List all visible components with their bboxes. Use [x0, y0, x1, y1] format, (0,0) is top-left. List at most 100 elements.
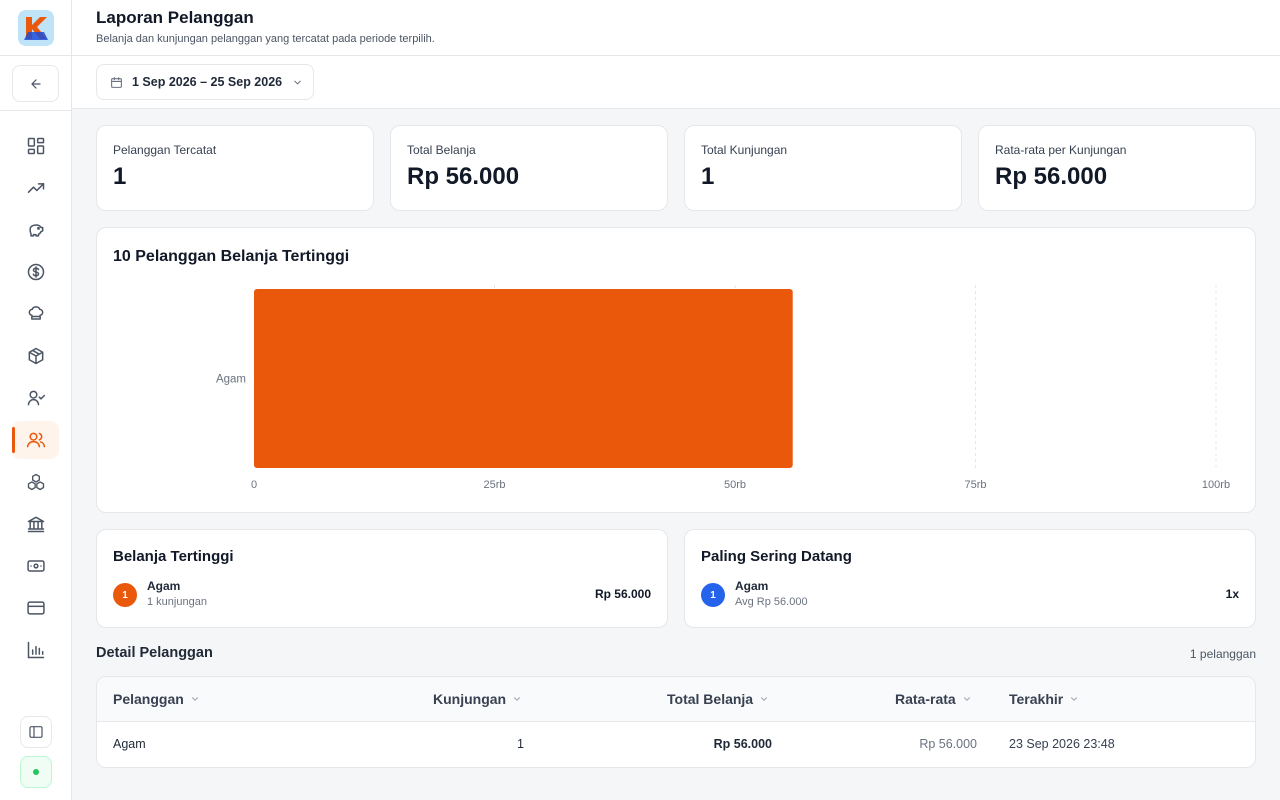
stat-card-visits: Total Kunjungan 1 — [684, 125, 962, 211]
boxes-icon — [27, 473, 44, 491]
nav-products[interactable] — [12, 337, 59, 375]
cell-visits: 1 — [517, 737, 524, 751]
stat-card-total-spend: Total Belanja Rp 56.000 — [390, 125, 668, 211]
stat-value: 1 — [701, 163, 715, 190]
sort-chevron-icon — [963, 697, 970, 701]
stat-value: Rp 56.000 — [407, 163, 520, 190]
page-subtitle: Belanja dan kunjungan pelanggan yang ter… — [96, 33, 435, 45]
stat-label: Total Kunjungan — [701, 143, 788, 157]
users-icon — [26, 432, 45, 448]
date-range-label: 1 Sep 2026 – 25 Sep 2026 — [132, 75, 283, 89]
column-header-visits[interactable]: Kunjungan — [433, 691, 522, 707]
dashboard-icon — [27, 137, 44, 155]
customer-average: Avg Rp 56.000 — [735, 596, 808, 608]
nav-dashboard[interactable] — [12, 127, 59, 165]
trending-up-icon — [27, 183, 44, 193]
nav-bank[interactable] — [12, 505, 59, 543]
top-customers-chart-card: 10 Pelanggan Belanja Tertinggi 0 25rb 50rb… — [96, 227, 1256, 513]
stat-label: Total Belanja — [407, 143, 476, 157]
customer-name: Agam — [735, 579, 769, 593]
column-label: Kunjungan — [433, 691, 507, 707]
column-label: Terakhir — [1009, 691, 1064, 707]
nav-reports[interactable] — [12, 631, 59, 669]
sort-chevron-icon — [1071, 697, 1078, 701]
sort-chevron-icon — [514, 697, 521, 701]
column-header-average[interactable]: Rata-rata — [895, 691, 972, 707]
stat-card-customers: Pelanggan Tercatat 1 — [96, 125, 374, 211]
nav-inventory[interactable] — [12, 463, 59, 501]
column-header-last[interactable]: Terakhir — [1009, 691, 1079, 707]
credit-card-icon — [26, 601, 45, 615]
sidebar — [0, 0, 72, 800]
chef-hat-icon — [28, 306, 43, 320]
nav-trends[interactable] — [12, 169, 59, 207]
top-spending-title: Belanja Tertinggi — [113, 548, 234, 565]
x-tick-label: 50rb — [724, 479, 746, 491]
customer-detail-table: Pelanggan Kunjungan Total Belanja Rata-r… — [96, 676, 1256, 768]
most-frequent-card: Paling Sering Datang 1 Agam Avg Rp 56.00… — [684, 529, 1256, 628]
customer-visits: 1 kunjungan — [147, 596, 207, 608]
arrow-left-icon — [30, 78, 41, 89]
date-range-picker[interactable]: 1 Sep 2026 – 25 Sep 2026 — [96, 64, 314, 100]
sort-chevron-icon — [761, 697, 768, 701]
sidebar-divider — [0, 55, 72, 56]
status-dot — [33, 769, 39, 775]
user-check-icon — [27, 390, 45, 406]
customer-count: 1 pelanggan — [1189, 647, 1256, 661]
panel-left-icon — [29, 726, 43, 738]
sidebar-toggle-button[interactable] — [20, 716, 52, 748]
bar — [254, 289, 793, 468]
x-tick-label: 75rb — [964, 479, 986, 491]
bar-chart-icon — [27, 641, 44, 659]
nav-payments[interactable] — [12, 589, 59, 627]
chevron-down-icon — [294, 80, 301, 84]
dollar-circle-icon — [27, 263, 44, 281]
stat-value: 1 — [113, 163, 127, 190]
nav-cash[interactable] — [12, 547, 59, 585]
nav-staff[interactable] — [12, 379, 59, 417]
column-label: Rata-rata — [895, 691, 956, 707]
status-indicator[interactable] — [20, 756, 52, 788]
filter-bar: 1 Sep 2026 – 25 Sep 2026 — [72, 56, 1280, 109]
rank-badge: 1 — [701, 583, 725, 607]
rank-badge: 1 — [113, 583, 137, 607]
cell-last-visit: 23 Sep 2026 23:48 — [1009, 737, 1115, 751]
nav-kitchen[interactable] — [12, 295, 59, 333]
page-header: Laporan Pelanggan Belanja dan kunjungan … — [72, 0, 1280, 56]
page-title: Laporan Pelanggan — [96, 8, 254, 27]
nav-savings[interactable] — [12, 211, 59, 249]
sidebar-divider — [0, 110, 72, 111]
x-tick-label: 100rb — [1202, 479, 1230, 491]
bar-chart: 0 25rb 50rb 75rb 100rb Agam — [216, 285, 1230, 491]
column-header-total[interactable]: Total Belanja — [667, 691, 769, 707]
app-logo[interactable] — [18, 10, 54, 46]
calendar-icon — [111, 76, 122, 88]
x-tick-label: 25rb — [483, 479, 505, 491]
bank-icon — [27, 516, 44, 533]
column-label: Pelanggan — [113, 691, 184, 707]
detail-section-title: Detail Pelanggan — [96, 645, 213, 661]
table-header: Pelanggan Kunjungan Total Belanja Rata-r… — [97, 677, 1255, 722]
nav-finance[interactable] — [12, 253, 59, 291]
stat-label: Rata-rata per Kunjungan — [995, 143, 1127, 157]
customer-visit-count: 1x — [1225, 587, 1239, 601]
banknote-icon — [26, 560, 45, 572]
y-category-label: Agam — [216, 374, 246, 386]
stat-card-average: Rata-rata per Kunjungan Rp 56.000 — [978, 125, 1256, 211]
column-label: Total Belanja — [667, 691, 754, 707]
back-button[interactable] — [12, 65, 59, 102]
customer-name: Agam — [147, 579, 181, 593]
piggy-bank-icon — [28, 224, 43, 237]
top-spending-card: Belanja Tertinggi 1 Agam 1 kunjungan Rp … — [96, 529, 668, 628]
customer-spend: Rp 56.000 — [594, 587, 651, 601]
column-header-customer[interactable]: Pelanggan — [113, 691, 200, 707]
most-frequent-title: Paling Sering Datang — [701, 548, 852, 565]
cell-customer: Agam — [113, 737, 146, 751]
stat-label: Pelanggan Tercatat — [113, 143, 217, 157]
sort-chevron-icon — [191, 697, 198, 701]
box-icon — [28, 347, 43, 365]
cell-total: Rp 56.000 — [713, 737, 772, 751]
cell-average: Rp 56.000 — [919, 737, 977, 751]
nav-customers[interactable] — [12, 421, 59, 459]
x-tick-label: 0 — [251, 479, 257, 491]
